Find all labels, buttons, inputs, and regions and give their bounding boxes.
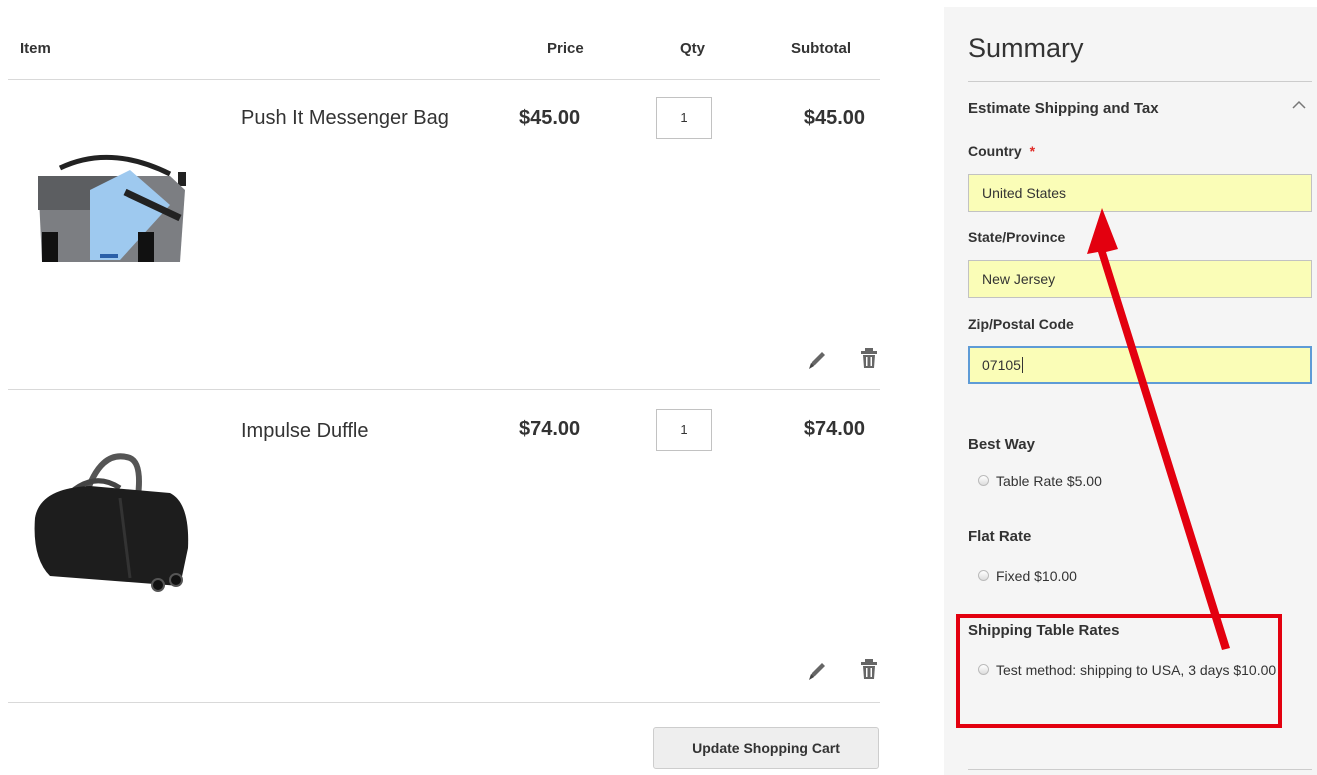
annotation-arrow — [1087, 208, 1230, 650]
